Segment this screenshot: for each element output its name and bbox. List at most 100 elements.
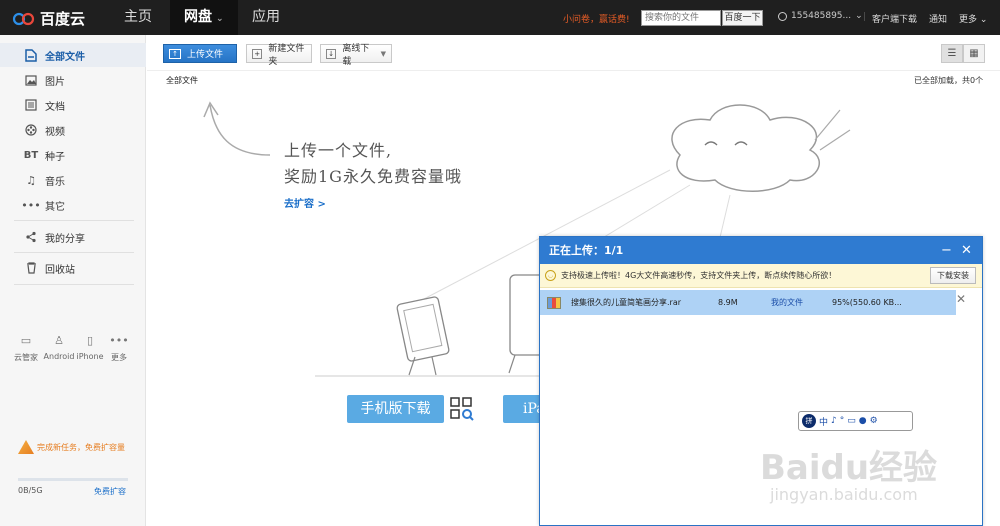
sidebar-item-recycle-bin[interactable]: 回收站 [0, 256, 146, 280]
device-label: iPhone [76, 352, 104, 361]
toolbar: ↑ 上传文件 + 新建文件夹 ↓ 离线下载 ▼ ☰ ▦ [147, 35, 1000, 71]
keyboard-icon: ▭ [847, 416, 856, 426]
bt-icon: BT [23, 149, 39, 161]
offline-download-label: 离线下载 [342, 43, 370, 67]
upload-destination-link[interactable]: 我的文件 [771, 297, 803, 308]
sidebar-item-label: 回收站 [45, 264, 75, 276]
more-label: 更多 [959, 15, 978, 25]
free-expand-link[interactable]: 免费扩容 [94, 486, 126, 497]
pencil-icon [18, 440, 34, 454]
sidebar-item-label: 音乐 [45, 176, 65, 188]
expand-storage-link[interactable]: 去扩容 > [284, 195, 326, 210]
sidebar-item-all-files[interactable]: 全部文件 [0, 43, 146, 67]
music-icon: ♫ [26, 173, 36, 187]
video-icon [24, 123, 38, 137]
more-icon: ••• [109, 334, 129, 347]
new-folder-label: 新建文件夹 [268, 43, 305, 67]
rar-file-icon [547, 296, 561, 309]
upload-label: 上传文件 [187, 50, 224, 60]
sidebar-item-label: 全部文件 [45, 51, 85, 63]
more-menu[interactable]: 更多 ⌄ [959, 12, 987, 25]
grid-view-toggle[interactable]: ▦ [963, 44, 985, 63]
user-icon [778, 11, 787, 21]
nav-netdisk[interactable]: 网盘 ⌄ [170, 0, 238, 35]
logo-text: 百度云 [40, 9, 86, 28]
upload-row[interactable]: 搜集很久的儿童简笔画分享.rar 8.9M 我的文件 95%(550.60 KB… [540, 290, 956, 315]
mic-icon: ● [858, 416, 867, 426]
list-view-toggle[interactable]: ☰ [941, 44, 963, 63]
upload-icon: ↑ [169, 48, 181, 59]
quota-text: 0B/5G [18, 486, 43, 495]
task-promo-text: 完成新任务，免费扩容量 [37, 442, 125, 452]
offline-download-button[interactable]: ↓ 离线下载 ▼ [320, 44, 392, 67]
device-label: Android [43, 352, 75, 361]
ipad-download-button[interactable]: iPa [503, 395, 545, 423]
nav-apps[interactable]: 应用 [238, 0, 294, 35]
gear-icon: ⚙ [869, 416, 878, 426]
quota-bar [18, 478, 128, 481]
notification-link[interactable]: 通知 [929, 12, 947, 25]
nav-home[interactable]: 主页 [110, 0, 166, 35]
qr-code-icon[interactable] [450, 397, 474, 421]
sidebar-item-torrents[interactable]: BT 种子 [0, 143, 146, 167]
search-input[interactable] [641, 10, 721, 26]
share-icon [24, 230, 38, 244]
sidebar-item-label: 文档 [45, 101, 65, 113]
upload-panel-header: 正在上传：1/1 − ✕ [540, 237, 982, 264]
smile-icon: ◡ [545, 270, 556, 281]
close-icon[interactable]: ✕ [961, 237, 972, 264]
device-label: 更多 [111, 353, 127, 362]
divider [14, 252, 134, 253]
mobile-download-button[interactable]: 手机版下载 [347, 395, 444, 423]
device-android[interactable]: ♙ Android [42, 334, 76, 361]
cancel-upload-icon[interactable]: ✕ [956, 292, 966, 306]
file-icon [24, 48, 38, 62]
empty-hint-line1: 上传一个文件, [284, 141, 393, 160]
dot-icon: ° [839, 416, 845, 426]
new-folder-button[interactable]: + 新建文件夹 [246, 44, 312, 67]
sidebar-item-my-shares[interactable]: 我的分享 [0, 225, 146, 249]
sidebar-item-label: 种子 [45, 151, 65, 163]
user-menu[interactable]: 155485895... ⌄ [778, 11, 863, 21]
device-more[interactable]: ••• 更多 [102, 334, 136, 363]
top-nav-bar: 百度云 主页 网盘 ⌄ 应用 小问卷，赢话费! 百度一下 155485895...… [0, 0, 1000, 35]
nav-apps-label: 应用 [252, 9, 280, 25]
loaded-status: 已全部加载，共0个 [914, 76, 984, 85]
monitor-icon: ▭ [20, 334, 32, 347]
document-icon [24, 98, 38, 112]
new-task-promo[interactable]: 完成新任务，免费扩容量 [18, 440, 125, 454]
ime-badge: 拼 [802, 414, 816, 428]
separator: | [863, 12, 867, 22]
survey-promo-link[interactable]: 小问卷，赢话费! [563, 12, 630, 25]
baidu-cloud-logo[interactable]: 百度云 [12, 7, 85, 29]
punctuation-icon: ♪ [831, 416, 837, 426]
cloud-logo-icon [12, 12, 35, 26]
image-icon [24, 73, 38, 87]
sidebar-item-music[interactable]: ♫ 音乐 [0, 168, 146, 192]
device-cloud-manager[interactable]: ▭ 云管家 [9, 334, 43, 363]
other-icon: ••• [21, 198, 41, 212]
sidebar-item-other[interactable]: ••• 其它 [0, 193, 146, 217]
sidebar-item-videos[interactable]: 视频 [0, 118, 146, 142]
minimize-icon[interactable]: − [941, 237, 952, 264]
folder-plus-icon: + [252, 48, 263, 59]
download-install-button[interactable]: 下载安装 [930, 267, 976, 284]
upload-tip-text: 支持极速上传啦！4G大文件高速秒传，支持文件夹上传，断点续传随心所欲！ [561, 271, 837, 280]
client-download-link[interactable]: 客户端下载 [872, 12, 917, 25]
upload-button[interactable]: ↑ 上传文件 [163, 44, 237, 63]
nav-netdisk-label: 网盘 [184, 9, 212, 25]
ime-toolbar[interactable]: 拼 中 ♪ ° ▭ ● ⚙ [798, 411, 913, 431]
ime-mode: 中 [819, 417, 829, 428]
sidebar-item-images[interactable]: 图片 [0, 68, 146, 92]
upload-progress-text: 95%(550.60 KB... [832, 298, 902, 307]
list-icon: ☰ [947, 48, 957, 59]
search-button[interactable]: 百度一下 [722, 10, 763, 26]
nav-home-label: 主页 [124, 9, 152, 25]
chevron-down-icon: ▼ [380, 49, 386, 58]
download-icon: ↓ [326, 48, 337, 59]
sidebar-item-documents[interactable]: 文档 [0, 93, 146, 117]
breadcrumb[interactable]: 全部文件 [166, 75, 198, 86]
android-icon: ♙ [54, 334, 64, 347]
trash-icon [24, 261, 38, 275]
chevron-down-icon: ⌄ [216, 14, 224, 24]
